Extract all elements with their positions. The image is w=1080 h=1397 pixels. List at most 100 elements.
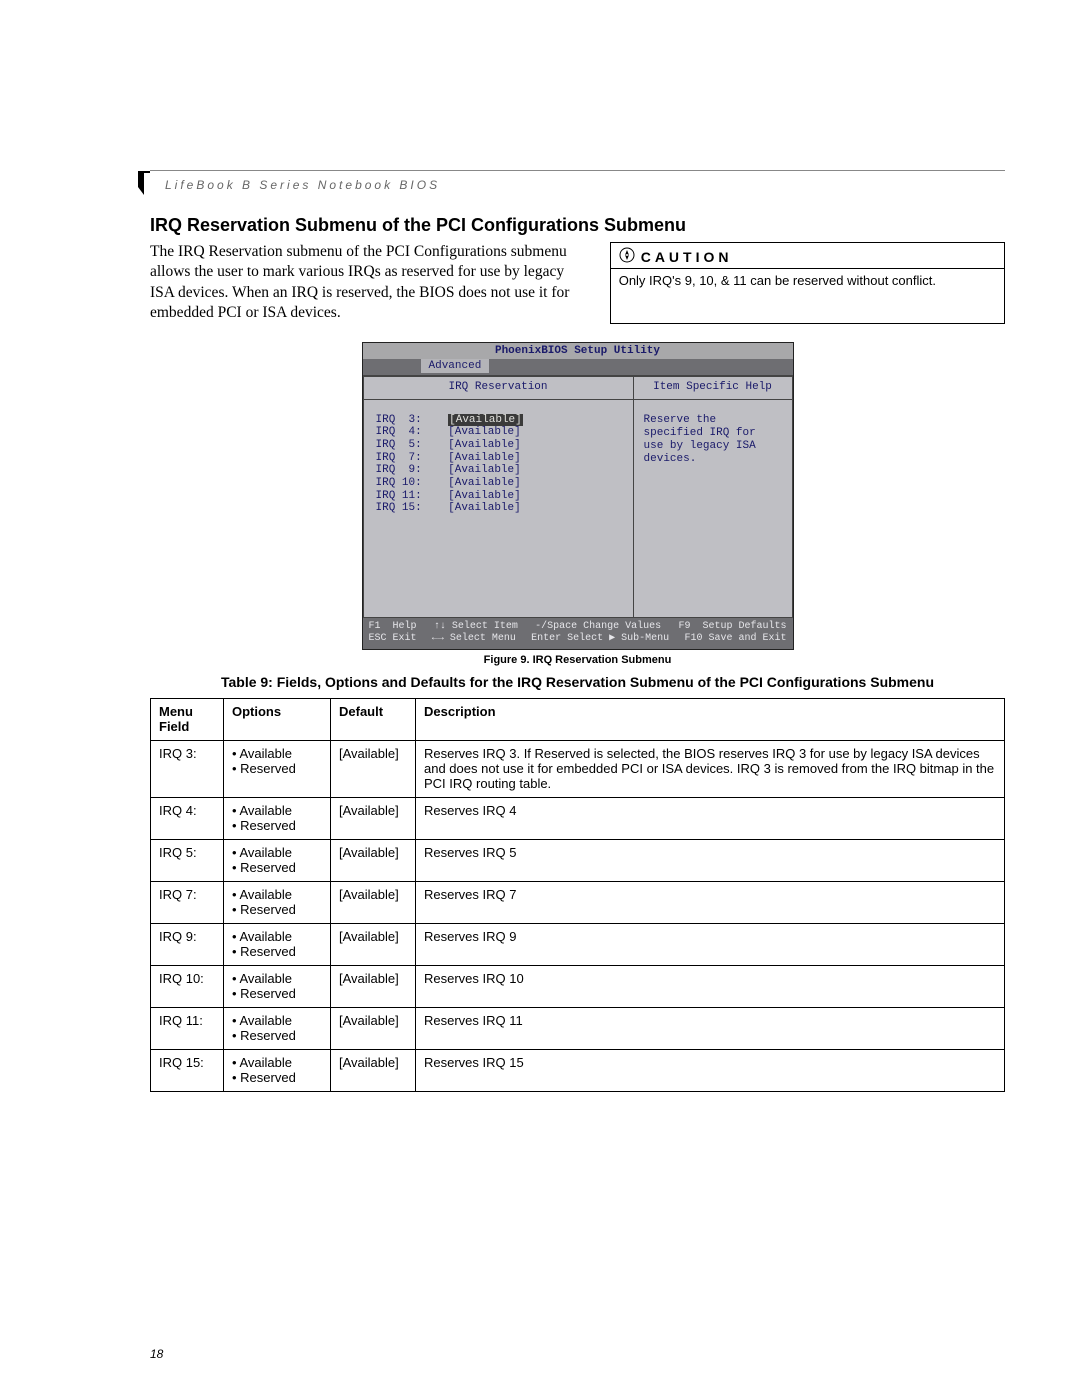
- cell-options: • Available• Reserved: [224, 839, 331, 881]
- option-value: • Reserved: [232, 818, 324, 833]
- caution-icon: [619, 247, 635, 266]
- cell-default: [Available]: [331, 1007, 416, 1049]
- bios-screenshot: PhoenixBIOS Setup Utility Advanced IRQ R…: [362, 342, 794, 650]
- bios-irq-value[interactable]: [Available]: [448, 502, 521, 514]
- bios-irq-row[interactable]: IRQ 4: [Available]: [376, 426, 621, 439]
- caution-text: Only IRQ's 9, 10, & 11 can be reserved w…: [611, 269, 1004, 294]
- cell-options: • Available• Reserved: [224, 923, 331, 965]
- bios-irq-label: IRQ 5:: [376, 439, 449, 451]
- option-value: • Available: [232, 746, 324, 761]
- table-row: IRQ 15:• Available• Reserved[Available]R…: [151, 1049, 1005, 1091]
- table-row: IRQ 3:• Available• Reserved[Available]Re…: [151, 740, 1005, 797]
- cell-options: • Available• Reserved: [224, 881, 331, 923]
- option-value: • Reserved: [232, 1028, 324, 1043]
- bios-irq-label: IRQ 7:: [376, 452, 449, 464]
- section-title: IRQ Reservation Submenu of the PCI Confi…: [150, 215, 1005, 236]
- bios-key-save-exit: F10 Save and Exit: [684, 633, 786, 646]
- bios-irq-row[interactable]: IRQ 10: [Available]: [376, 477, 621, 490]
- option-value: • Available: [232, 803, 324, 818]
- bios-key-change-values: -/Space Change Values: [535, 621, 661, 634]
- bios-irq-value[interactable]: [Available]: [448, 464, 521, 476]
- bios-panel-title: IRQ Reservation: [364, 377, 633, 400]
- option-value: • Available: [232, 845, 324, 860]
- cell-menu-field: IRQ 9:: [151, 923, 224, 965]
- cell-menu-field: IRQ 11:: [151, 1007, 224, 1049]
- cell-menu-field: IRQ 10:: [151, 965, 224, 1007]
- running-head: LifeBook B Series Notebook BIOS: [165, 178, 440, 192]
- bios-irq-value[interactable]: [Available]: [448, 490, 521, 502]
- bios-help-title: Item Specific Help: [634, 377, 792, 400]
- table-row: IRQ 10:• Available• Reserved[Available]R…: [151, 965, 1005, 1007]
- cell-description: Reserves IRQ 11: [416, 1007, 1005, 1049]
- bios-irq-row[interactable]: IRQ 5: [Available]: [376, 439, 621, 452]
- intro-paragraph: The IRQ Reservation submenu of the PCI C…: [150, 242, 586, 324]
- col-menu-field: Menu Field: [151, 698, 224, 740]
- figure-caption: Figure 9. IRQ Reservation Submenu: [150, 654, 1005, 666]
- cell-options: • Available• Reserved: [224, 1049, 331, 1091]
- cell-default: [Available]: [331, 965, 416, 1007]
- cell-options: • Available• Reserved: [224, 740, 331, 797]
- table-row: IRQ 11:• Available• Reserved[Available]R…: [151, 1007, 1005, 1049]
- bios-irq-list[interactable]: IRQ 3: [Available]IRQ 4: [Available]IRQ …: [364, 400, 633, 529]
- bios-help-text: Reserve the specified IRQ for use by leg…: [634, 400, 792, 481]
- bios-irq-row[interactable]: IRQ 9: [Available]: [376, 464, 621, 477]
- caution-label: CAUTION: [641, 249, 733, 265]
- bios-irq-label: IRQ 9:: [376, 464, 449, 476]
- bios-footer: F1 Help ↑↓ Select Item -/Space Change Va…: [363, 618, 793, 649]
- cell-description: Reserves IRQ 9: [416, 923, 1005, 965]
- cell-description: Reserves IRQ 4: [416, 797, 1005, 839]
- bios-irq-value[interactable]: [Available]: [448, 414, 523, 426]
- table-row: IRQ 5:• Available• Reserved[Available]Re…: [151, 839, 1005, 881]
- option-value: • Reserved: [232, 902, 324, 917]
- option-value: • Reserved: [232, 761, 324, 776]
- bios-key-help: F1 Help: [369, 621, 417, 634]
- bios-irq-label: IRQ 10:: [376, 477, 449, 489]
- bios-help-panel: Item Specific Help Reserve the specified…: [634, 376, 793, 618]
- cell-description: Reserves IRQ 3. If Reserved is selected,…: [416, 740, 1005, 797]
- table-title: Table 9: Fields, Options and Defaults fo…: [150, 674, 1005, 690]
- cell-options: • Available• Reserved: [224, 797, 331, 839]
- cell-default: [Available]: [331, 797, 416, 839]
- cell-options: • Available• Reserved: [224, 1007, 331, 1049]
- bios-irq-value[interactable]: [Available]: [448, 426, 521, 438]
- cell-description: Reserves IRQ 7: [416, 881, 1005, 923]
- bios-irq-label: IRQ 3:: [376, 414, 449, 426]
- cell-description: Reserves IRQ 15: [416, 1049, 1005, 1091]
- bios-irq-row[interactable]: IRQ 3: [Available]: [376, 414, 621, 427]
- bios-left-panel: IRQ Reservation IRQ 3: [Available]IRQ 4:…: [363, 376, 634, 618]
- col-default: Default: [331, 698, 416, 740]
- cell-default: [Available]: [331, 1049, 416, 1091]
- option-value: • Reserved: [232, 860, 324, 875]
- page-number: 18: [150, 1347, 163, 1361]
- col-options: Options: [224, 698, 331, 740]
- bios-key-select-item: ↑↓ Select Item: [434, 621, 518, 634]
- caution-box: CAUTION Only IRQ's 9, 10, & 11 can be re…: [610, 242, 1005, 324]
- cell-default: [Available]: [331, 839, 416, 881]
- option-value: • Available: [232, 887, 324, 902]
- table-row: IRQ 7:• Available• Reserved[Available]Re…: [151, 881, 1005, 923]
- bios-key-setup-defaults: F9 Setup Defaults: [678, 621, 786, 634]
- option-value: • Reserved: [232, 944, 324, 959]
- bios-irq-row[interactable]: IRQ 15: [Available]: [376, 502, 621, 515]
- bios-irq-value[interactable]: [Available]: [448, 452, 521, 464]
- cell-menu-field: IRQ 15:: [151, 1049, 224, 1091]
- cell-description: Reserves IRQ 5: [416, 839, 1005, 881]
- fields-table: Menu Field Options Default Description I…: [150, 698, 1005, 1092]
- bios-key-select-menu: ←→ Select Menu: [432, 633, 516, 646]
- table-header-row: Menu Field Options Default Description: [151, 698, 1005, 740]
- option-value: • Available: [232, 1013, 324, 1028]
- bios-menubar: Advanced: [363, 359, 793, 375]
- bios-irq-value[interactable]: [Available]: [448, 477, 521, 489]
- cell-menu-field: IRQ 3:: [151, 740, 224, 797]
- bios-tab-advanced[interactable]: Advanced: [421, 359, 490, 373]
- bios-titlebar: PhoenixBIOS Setup Utility: [363, 343, 793, 359]
- cell-menu-field: IRQ 7:: [151, 881, 224, 923]
- bios-irq-row[interactable]: IRQ 7: [Available]: [376, 452, 621, 465]
- bios-irq-value[interactable]: [Available]: [448, 439, 521, 451]
- cell-default: [Available]: [331, 923, 416, 965]
- option-value: • Available: [232, 929, 324, 944]
- header-rule: [150, 170, 1005, 171]
- cell-description: Reserves IRQ 10: [416, 965, 1005, 1007]
- bios-irq-row[interactable]: IRQ 11: [Available]: [376, 490, 621, 503]
- bios-irq-label: IRQ 15:: [376, 502, 449, 514]
